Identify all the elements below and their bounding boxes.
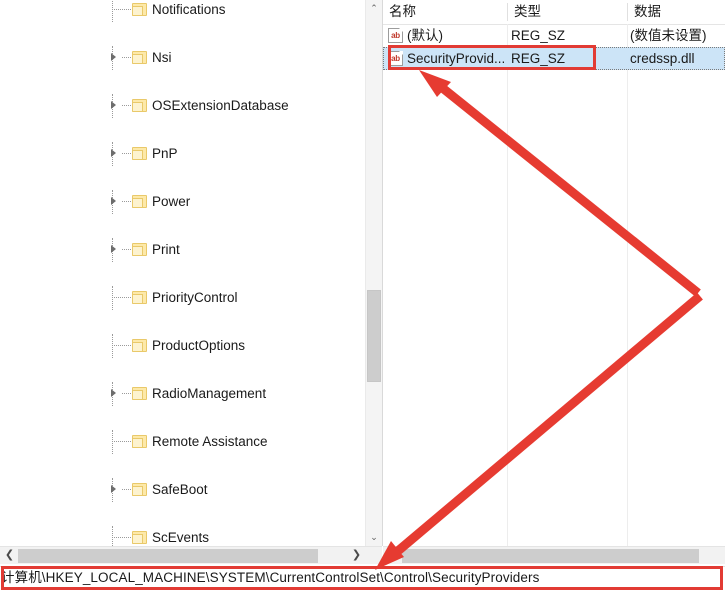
tree-guide-line	[112, 0, 113, 22]
tree-item-label: Notifications	[149, 0, 229, 22]
tree-guide-line	[122, 105, 131, 106]
tree-guide-line	[122, 153, 131, 154]
tree-horizontal-scrollbar[interactable]: ❮ ❯	[0, 546, 382, 564]
tree-item-productoptions[interactable]: ProductOptions	[0, 334, 365, 358]
tree-item-notifications[interactable]: Notifications	[0, 0, 365, 22]
tree-item-label: PriorityControl	[149, 286, 241, 310]
table-row[interactable]: ab (默认)REG_SZ (数值未设置)	[383, 24, 725, 47]
folder-icon	[132, 531, 147, 544]
tree-guide-line	[112, 286, 113, 310]
string-value-icon: ab	[388, 28, 403, 43]
folder-icon	[132, 387, 147, 400]
column-header-name[interactable]: 名称	[383, 0, 513, 24]
chevron-right-icon[interactable]	[105, 142, 121, 166]
tree-guide-line	[112, 526, 113, 546]
chevron-right-icon[interactable]	[105, 238, 121, 262]
folder-icon	[132, 339, 147, 352]
tree-item-prioritycontrol[interactable]: PriorityControl	[0, 286, 365, 310]
tree-item-label: OSExtensionDatabase	[149, 94, 292, 118]
cell-data: credssp.dll	[630, 47, 725, 70]
tree-guide-line	[112, 345, 131, 346]
column-header-type[interactable]: 类型	[508, 0, 633, 24]
tree-item-osextensiondatabase[interactable]: OSExtensionDatabase	[0, 94, 365, 118]
folder-icon	[132, 291, 147, 304]
tree-guide-line	[112, 441, 131, 442]
column-header-data[interactable]: 数据	[628, 0, 725, 24]
scroll-right-icon[interactable]: ❯	[348, 547, 365, 564]
folder-icon	[132, 195, 147, 208]
registry-key-tree: Notifications Nsi OSExtensionDatabase PnP Po…	[0, 0, 365, 546]
tree-item-label: Power	[149, 190, 193, 214]
folder-icon	[132, 483, 147, 496]
tree-item-label: RadioManagement	[149, 382, 269, 406]
tree-horizontal-scroll-thumb[interactable]	[18, 549, 318, 563]
registry-editor-window: Notifications Nsi OSExtensionDatabase PnP Po…	[0, 0, 725, 591]
table-row[interactable]: ab SecurityProvid...REG_SZ credssp.dll	[383, 47, 725, 70]
tree-item-label: Print	[149, 238, 183, 262]
scroll-left-icon[interactable]: ❮	[384, 547, 401, 564]
folder-icon	[132, 99, 147, 112]
values-row-container: ab (默认)REG_SZ (数值未设置) ab SecurityProvid...RE…	[383, 24, 725, 524]
tree-item-safeboot[interactable]: SafeBoot	[0, 478, 365, 502]
tree-item-scevents[interactable]: ScEvents	[0, 526, 365, 546]
folder-icon	[132, 435, 147, 448]
tree-item-label: SafeBoot	[149, 478, 211, 502]
current-key-path: 计算机\HKEY_LOCAL_MACHINE\SYSTEM\CurrentCon…	[1, 568, 539, 588]
cell-type: REG_SZ	[511, 24, 623, 47]
tree-item-label: PnP	[149, 142, 181, 166]
folder-icon	[132, 51, 147, 64]
tree-item-power[interactable]: Power	[0, 190, 365, 214]
tree-guide-line	[122, 57, 131, 58]
tree-guide-line	[112, 537, 131, 538]
values-horizontal-scroll-thumb[interactable]	[402, 549, 699, 563]
cell-data: (数值未设置)	[630, 24, 725, 47]
registry-key-tree-pane: Notifications Nsi OSExtensionDatabase PnP Po…	[0, 0, 383, 546]
chevron-right-icon[interactable]	[105, 94, 121, 118]
scroll-up-icon[interactable]: ⌃	[366, 0, 382, 17]
tree-item-label: Nsi	[149, 46, 175, 70]
string-value-icon: ab	[388, 51, 403, 66]
tree-guide-line	[122, 249, 131, 250]
tree-item-radiomanagement[interactable]: RadioManagement	[0, 382, 365, 406]
values-horizontal-scrollbar[interactable]: ❮	[383, 546, 725, 564]
tree-item-print[interactable]: Print	[0, 238, 365, 262]
tree-item-label: ScEvents	[149, 526, 212, 546]
tree-item-remote-assistance[interactable]: Remote Assistance	[0, 430, 365, 454]
values-column-header: 名称 类型 数据	[383, 0, 725, 25]
tree-guide-line	[112, 430, 113, 454]
tree-item-label: ProductOptions	[149, 334, 248, 358]
tree-vertical-scroll-thumb[interactable]	[367, 290, 381, 382]
tree-guide-line	[112, 297, 131, 298]
chevron-right-icon[interactable]	[105, 46, 121, 70]
folder-icon	[132, 147, 147, 160]
chevron-right-icon[interactable]	[105, 478, 121, 502]
folder-icon	[132, 3, 147, 16]
tree-vertical-scrollbar[interactable]: ⌃ ⌄	[365, 0, 382, 546]
scroll-left-icon[interactable]: ❮	[1, 547, 18, 564]
scroll-down-icon[interactable]: ⌄	[366, 529, 382, 546]
cell-type: REG_SZ	[511, 47, 623, 70]
chevron-right-icon[interactable]	[105, 382, 121, 406]
folder-icon	[132, 243, 147, 256]
chevron-right-icon[interactable]	[105, 190, 121, 214]
tree-guide-line	[112, 334, 113, 358]
tree-guide-line	[122, 393, 131, 394]
status-bar: 计算机\HKEY_LOCAL_MACHINE\SYSTEM\CurrentCon…	[0, 566, 725, 592]
tree-scroll-area: Notifications Nsi OSExtensionDatabase PnP Po…	[0, 0, 365, 546]
tree-item-label: Remote Assistance	[149, 430, 271, 454]
cell-name: (默认)	[407, 24, 507, 47]
tree-item-nsi[interactable]: Nsi	[0, 46, 365, 70]
cell-name: SecurityProvid...	[407, 47, 507, 70]
registry-values-pane: 名称 类型 数据 ab (默认)REG_SZ (数值未设置) ab SecurityPr…	[383, 0, 725, 546]
tree-guide-line	[122, 489, 131, 490]
tree-guide-line	[112, 9, 131, 10]
tree-item-pnp[interactable]: PnP	[0, 142, 365, 166]
tree-guide-line	[122, 201, 131, 202]
